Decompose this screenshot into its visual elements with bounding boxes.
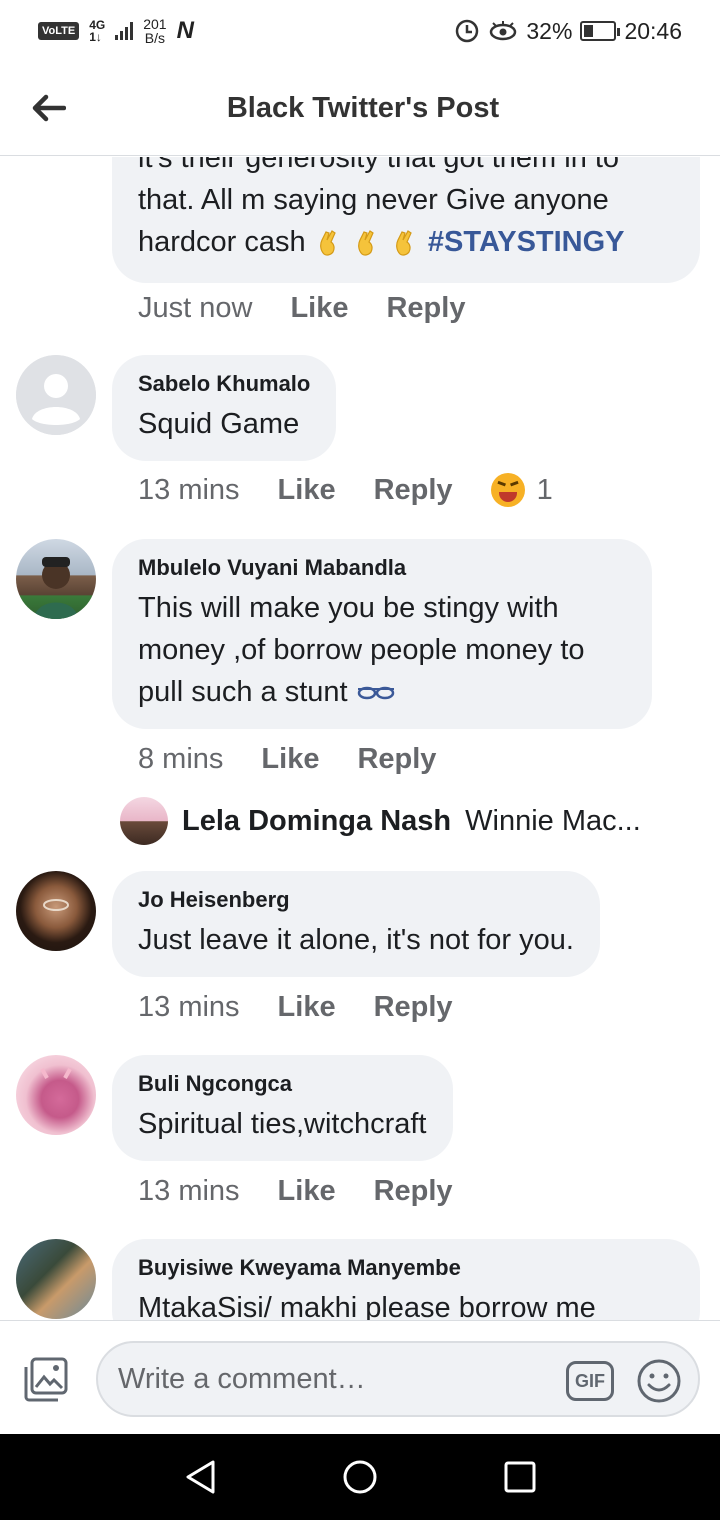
eye-comfort-icon bbox=[490, 21, 517, 41]
photo-button[interactable] bbox=[22, 1355, 70, 1403]
comment-bubble: Sabelo Khumalo Squid Game bbox=[112, 355, 337, 461]
comment-bubble: Mbulelo Vuyani Mabandla This will make y… bbox=[112, 539, 652, 729]
battery-percent: 32% bbox=[526, 17, 573, 44]
page-title: Black Twitter's Post bbox=[226, 92, 500, 124]
comment-text-line: that. All m saying never Give anyone bbox=[138, 184, 609, 216]
nav-home-button[interactable] bbox=[330, 1447, 390, 1507]
reaction-count: 1 bbox=[536, 473, 553, 506]
reply-button[interactable]: Reply bbox=[357, 743, 436, 776]
comment-text: Spiritual ties,witchcraft bbox=[138, 1108, 427, 1140]
emoji-button[interactable] bbox=[636, 1358, 682, 1404]
reply-button[interactable]: Reply bbox=[374, 1175, 453, 1208]
comment-actions: Just now Like Reply bbox=[138, 292, 503, 325]
comment-time: 13 mins bbox=[138, 991, 240, 1023]
comment-actions: 8 mins Like Reply bbox=[138, 743, 474, 776]
profile-photo-icon bbox=[40, 1068, 72, 1079]
volte-badge: VoLTE bbox=[38, 22, 80, 40]
back-button[interactable] bbox=[28, 88, 68, 128]
comment-bubble: it's their generosity that got them in t… bbox=[112, 157, 700, 283]
comment-text: Squid Game bbox=[138, 408, 300, 440]
comment-composer: GIF bbox=[0, 1320, 720, 1434]
comment-author[interactable]: Buli Ngcongca bbox=[138, 1071, 427, 1097]
comment-text-line: pull such a stunt bbox=[138, 676, 348, 708]
avatar[interactable] bbox=[16, 871, 96, 951]
default-avatar-icon bbox=[16, 355, 96, 435]
comment-input[interactable] bbox=[118, 1362, 538, 1396]
status-bar: VoLTE 4G 1↓ 201 B/s N 32% 20:46 bbox=[0, 0, 720, 62]
nfc-icon: N bbox=[176, 17, 194, 44]
crossed-fingers-icon bbox=[314, 226, 428, 258]
arrow-left-icon bbox=[32, 94, 66, 122]
comment-time: Just now bbox=[138, 292, 253, 324]
smiley-icon bbox=[637, 1359, 681, 1403]
signal-icon bbox=[115, 22, 134, 40]
haha-reaction-icon bbox=[490, 473, 525, 507]
comment-bubble: Buli Ngcongca Spiritual ties,witchcraft bbox=[112, 1055, 453, 1161]
comment-text-line: it's their generosity that got them in t… bbox=[138, 157, 620, 174]
reply-avatar bbox=[120, 797, 168, 845]
profile-photo-icon bbox=[43, 899, 69, 911]
comment-time: 13 mins bbox=[138, 473, 240, 506]
square-recents-icon bbox=[504, 1461, 536, 1493]
comment-author[interactable]: Mbulelo Vuyani Mabandla bbox=[138, 555, 626, 581]
reply-preview[interactable]: Lela Dominga Nash Winnie Mac... bbox=[120, 797, 641, 845]
comment-text: Just leave it alone, it's not for you. bbox=[138, 924, 574, 956]
reply-button[interactable]: Reply bbox=[386, 292, 465, 325]
reaction-summary[interactable]: 1 bbox=[490, 473, 553, 507]
comment-actions: 13 mins Like Reply 1 bbox=[138, 473, 553, 507]
network-speed: 201 B/s bbox=[143, 17, 166, 45]
battery-fill bbox=[584, 25, 594, 37]
like-button[interactable]: Like bbox=[278, 1175, 336, 1208]
system-nav-bar bbox=[0, 1434, 720, 1520]
glasses-icon bbox=[357, 687, 394, 700]
reply-button[interactable]: Reply bbox=[374, 991, 453, 1024]
comment-author[interactable]: Sabelo Khumalo bbox=[138, 371, 310, 397]
status-right: 32% 20:46 bbox=[454, 18, 682, 45]
triangle-back-icon bbox=[186, 1460, 215, 1494]
like-button[interactable]: Like bbox=[290, 292, 348, 325]
reply-snippet: Winnie Mac... bbox=[465, 804, 641, 837]
comment-author[interactable]: Jo Heisenberg bbox=[138, 887, 574, 913]
hashtag-link[interactable]: #STAYSTINGY bbox=[428, 226, 625, 258]
data-saver-icon bbox=[456, 19, 479, 43]
like-button[interactable]: Like bbox=[278, 991, 336, 1024]
comments-list[interactable]: it's their generosity that got them in t… bbox=[0, 157, 720, 1320]
comment-text-line: hardcor cash bbox=[138, 226, 306, 258]
comment-bubble: Jo Heisenberg Just leave it alone, it's … bbox=[112, 871, 600, 977]
circle-home-icon bbox=[343, 1460, 377, 1494]
reply-author: Lela Dominga Nash bbox=[182, 804, 452, 837]
app-header: Black Twitter's Post bbox=[0, 62, 720, 156]
avatar[interactable] bbox=[16, 1239, 96, 1319]
comment-text-line: This will make you be stingy with bbox=[138, 592, 559, 624]
speed-unit: B/s bbox=[144, 30, 166, 46]
comment-actions: 13 mins Like Reply bbox=[138, 991, 491, 1024]
clock: 20:46 bbox=[624, 17, 682, 44]
comment-text: This will make you be stingy with money … bbox=[138, 587, 626, 713]
photo-icon bbox=[24, 1357, 68, 1402]
gif-button[interactable]: GIF bbox=[566, 1361, 614, 1401]
profile-photo-icon bbox=[34, 557, 78, 619]
status-left: VoLTE 4G 1↓ 201 B/s N bbox=[38, 17, 194, 45]
comment-time: 13 mins bbox=[138, 1175, 240, 1207]
comment-bubble: Buyisiwe Kweyama Manyembe MtakaSisi/ mak… bbox=[112, 1239, 700, 1320]
network-indicator: 4G 1↓ bbox=[89, 19, 105, 43]
avatar[interactable] bbox=[16, 1055, 96, 1135]
comment-text-line: money ,of borrow people money to bbox=[138, 634, 585, 666]
nav-back-button[interactable] bbox=[170, 1447, 230, 1507]
network-activity: 1↓ bbox=[89, 30, 102, 44]
like-button[interactable]: Like bbox=[278, 474, 336, 507]
comment-text: MtakaSisi/ makhi please borrow me bbox=[138, 1292, 596, 1320]
comment-time: 8 mins bbox=[138, 743, 224, 775]
reply-button[interactable]: Reply bbox=[374, 474, 453, 507]
comment-author[interactable]: Buyisiwe Kweyama Manyembe bbox=[138, 1255, 674, 1281]
comment-text: it's their generosity that got them in t… bbox=[138, 157, 674, 263]
battery-icon bbox=[580, 21, 621, 41]
avatar[interactable] bbox=[16, 539, 96, 619]
comment-actions: 13 mins Like Reply bbox=[138, 1175, 491, 1208]
comment-input-wrapper[interactable]: GIF bbox=[96, 1341, 700, 1417]
nav-recents-button[interactable] bbox=[490, 1447, 550, 1507]
like-button[interactable]: Like bbox=[261, 743, 319, 776]
avatar[interactable] bbox=[16, 355, 96, 435]
